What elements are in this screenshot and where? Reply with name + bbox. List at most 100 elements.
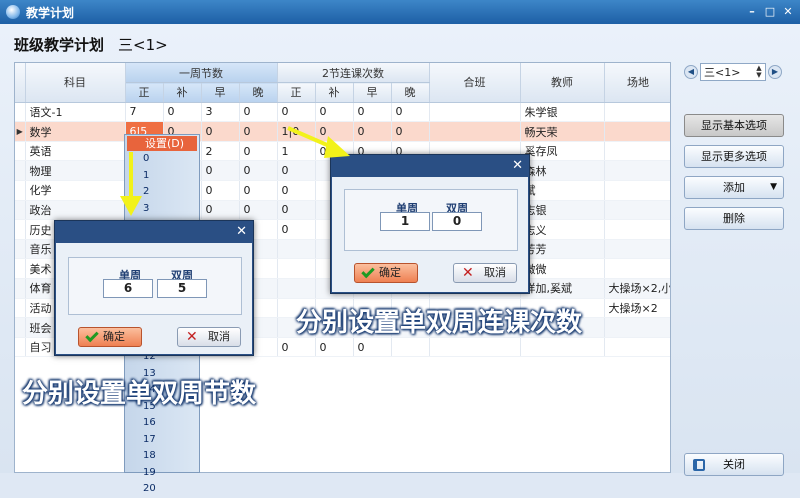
double-count-cell[interactable] [391, 337, 430, 358]
subject-cell[interactable]: 化学 [25, 180, 126, 201]
venue-cell[interactable] [604, 219, 670, 240]
show-more-options-button[interactable]: 显示更多选项 [684, 145, 784, 168]
weekly-count-cell[interactable]: 0 [239, 160, 278, 182]
combined-class-cell[interactable] [429, 121, 521, 142]
spinner-icon[interactable]: ▲ ▼ [754, 65, 764, 79]
double-count-cell[interactable]: 0 [391, 121, 430, 142]
teacher-cell[interactable]: 森林 [520, 160, 605, 182]
combined-class-cell[interactable] [429, 102, 521, 123]
double-count-cell[interactable]: 0 [277, 160, 316, 182]
dropdown-option[interactable]: 20 [125, 481, 199, 498]
minimize-icon[interactable]: – [744, 4, 760, 20]
subject-cell[interactable]: 语文-1 [25, 102, 126, 123]
maximize-icon[interactable]: □ [762, 4, 778, 20]
subject-cell[interactable]: 物理 [25, 160, 126, 182]
double-count-cell[interactable]: 0 [353, 337, 392, 358]
class-selector[interactable]: 三<1> ▲ ▼ [700, 63, 766, 81]
venue-cell[interactable] [604, 258, 670, 280]
teacher-cell[interactable]: 奚存凤 [520, 141, 605, 162]
venue-cell[interactable] [604, 317, 670, 338]
double-count-cell[interactable]: 0 [277, 219, 316, 240]
venue-cell[interactable] [604, 141, 670, 162]
weekly-count-cell[interactable]: 0 [239, 180, 278, 201]
weekly-count-cell[interactable]: 2 [201, 141, 240, 162]
subcol-double-extra[interactable]: 补 [315, 82, 354, 103]
weekly-count-cell[interactable]: 7 [125, 102, 164, 123]
double-count-cell[interactable]: 0 [277, 102, 316, 123]
double-count-cell[interactable] [277, 239, 316, 260]
teacher-cell[interactable]: 详加,奚斌 [520, 278, 605, 299]
cancel-button[interactable]: ✕ 取消 [453, 263, 517, 283]
subcol-weekly-extra[interactable]: 补 [163, 82, 202, 103]
subcol-double-morning[interactable]: 早 [353, 82, 392, 103]
venue-cell[interactable]: 大操场×2 [604, 298, 670, 319]
ok-button[interactable]: 确定 [78, 327, 142, 347]
weekly-count-cell[interactable]: 0 [239, 141, 278, 162]
double-count-cell[interactable] [277, 278, 316, 299]
double-count-cell[interactable]: 0 [315, 337, 354, 358]
subcol-double-regular[interactable]: 正 [277, 82, 316, 103]
chevron-down-icon[interactable]: ▼ [770, 177, 777, 198]
venue-cell[interactable] [604, 180, 670, 201]
venue-cell[interactable] [604, 337, 670, 358]
double-count-cell[interactable]: 0 [353, 121, 392, 142]
weekly-count-cell[interactable]: 0 [163, 102, 202, 123]
teacher-cell[interactable]: 畅天荣 [520, 121, 605, 142]
subject-cell[interactable]: 政治 [25, 200, 126, 221]
combined-class-cell[interactable] [429, 337, 521, 358]
double-count-cell[interactable]: 0 [277, 180, 316, 201]
next-class-icon[interactable]: ▶ [768, 65, 782, 79]
column-header-subject[interactable]: 科目 [25, 63, 126, 103]
subject-cell[interactable]: 数学 [25, 121, 126, 142]
close-icon[interactable]: ✕ [780, 4, 796, 20]
add-button[interactable]: 添加 ▼ [684, 176, 784, 199]
close-icon[interactable]: ✕ [236, 224, 247, 240]
double-week-input[interactable]: 0 [432, 212, 482, 231]
venue-cell[interactable]: 大操场×2,小操场×1 [604, 278, 670, 299]
venue-cell[interactable] [604, 102, 670, 123]
prev-class-icon[interactable]: ◀ [684, 65, 698, 79]
teacher-cell[interactable] [520, 337, 605, 358]
dropdown-option[interactable]: 18 [125, 448, 199, 465]
delete-button[interactable]: 删除 [684, 207, 784, 230]
venue-cell[interactable] [604, 239, 670, 260]
double-week-input[interactable]: 5 [157, 279, 207, 298]
teacher-cell[interactable]: 芳芳 [520, 239, 605, 260]
teacher-cell[interactable]: 志义 [520, 219, 605, 240]
weekly-count-cell[interactable]: 0 [201, 180, 240, 201]
ok-button[interactable]: 确定 [354, 263, 418, 283]
weekly-count-cell[interactable]: 0 [239, 121, 278, 142]
column-header-venue[interactable]: 场地 [604, 63, 670, 103]
subcol-double-evening[interactable]: 晚 [391, 82, 430, 103]
venue-cell[interactable] [604, 200, 670, 221]
single-week-input[interactable]: 6 [103, 279, 153, 298]
weekly-count-cell[interactable]: 0 [239, 102, 278, 123]
column-header-combined[interactable]: 合班 [429, 63, 521, 103]
weekly-count-cell[interactable]: 0 [201, 121, 240, 142]
weekly-count-cell[interactable]: 0 [239, 200, 278, 221]
single-week-input[interactable]: 1 [380, 212, 430, 231]
double-count-cell[interactable]: 0 [277, 337, 316, 358]
weekly-count-cell[interactable]: 0 [201, 200, 240, 221]
double-count-cell[interactable]: 0 [353, 102, 392, 123]
table-row[interactable]: 语文-1 7 0 3 0 0 0 0 0 朱学银 [15, 102, 670, 123]
weekly-count-cell[interactable]: 3 [201, 102, 240, 123]
show-basic-options-button[interactable]: 显示基本选项 [684, 114, 784, 137]
subject-cell[interactable]: 英语 [25, 141, 126, 162]
close-icon[interactable]: ✕ [512, 158, 523, 174]
subcol-weekly-evening[interactable]: 晚 [239, 82, 278, 103]
teacher-cell[interactable]: 志银 [520, 200, 605, 221]
venue-cell[interactable] [604, 160, 670, 182]
double-count-cell[interactable]: 0 [315, 102, 354, 123]
double-count-cell[interactable] [277, 258, 316, 280]
venue-cell[interactable] [604, 121, 670, 142]
cancel-button[interactable]: ✕ 取消 [177, 327, 241, 347]
subcol-weekly-regular[interactable]: 正 [125, 82, 164, 103]
double-count-cell[interactable]: 0 [277, 200, 316, 221]
column-header-teacher[interactable]: 教师 [520, 63, 605, 103]
dropdown-option[interactable]: 17 [125, 432, 199, 449]
teacher-cell[interactable]: 微微 [520, 258, 605, 280]
dropdown-option[interactable]: 16 [125, 415, 199, 432]
double-count-cell[interactable]: 0 [391, 102, 430, 123]
subcol-weekly-morning[interactable]: 早 [201, 82, 240, 103]
